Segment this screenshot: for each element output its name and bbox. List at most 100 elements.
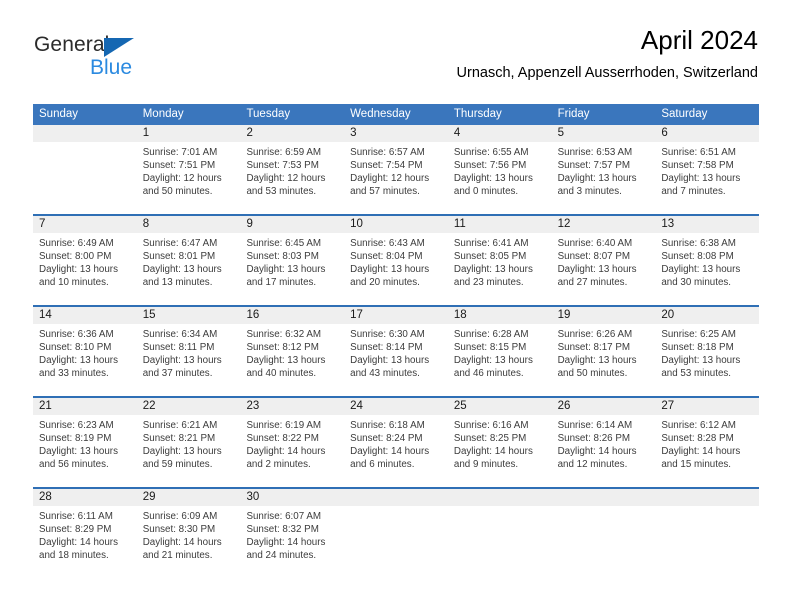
- daylight-text-line2: and 30 minutes.: [661, 277, 732, 289]
- day-number: 18: [447, 307, 552, 324]
- sunset-text: Sunset: 8:24 PM: [350, 433, 423, 445]
- day-sun-info: Sunrise: 6:19 AM Sunset: 8:22 PM Daylight:…: [240, 415, 344, 471]
- calendar-day-cell[interactable]: 1 Sunrise: 7:01 AM Sunset: 7:51 PM Daylight…: [136, 125, 241, 214]
- sunrise-text: Sunrise: 6:11 AM: [39, 511, 113, 522]
- sunrise-text: Sunrise: 6:19 AM: [246, 420, 322, 431]
- calendar-day-cell-empty: [344, 489, 448, 575]
- calendar-day-cell[interactable]: 20 Sunrise: 6:25 AM Sunset: 8:18 PM Dayligh…: [655, 307, 760, 396]
- daylight-text-line2: and 27 minutes.: [557, 277, 628, 289]
- calendar-day-cell[interactable]: 30 Sunrise: 6:07 AM Sunset: 8:32 PM Dayligh…: [240, 489, 345, 575]
- daylight-text-line2: and 0 minutes.: [453, 186, 519, 198]
- calendar-day-cell[interactable]: 23 Sunrise: 6:19 AM Sunset: 8:22 PM Dayligh…: [240, 398, 345, 487]
- day-number: 29: [136, 489, 241, 506]
- calendar-day-cell[interactable]: 8 Sunrise: 6:47 AM Sunset: 8:01 PM Daylight…: [136, 216, 241, 305]
- calendar-day-cell[interactable]: 10 Sunrise: 6:43 AM Sunset: 8:04 PM Dayligh…: [344, 216, 448, 305]
- day-number: [447, 489, 552, 506]
- sunset-text: Sunset: 8:32 PM: [246, 524, 319, 536]
- day-number: 20: [655, 307, 760, 324]
- sunrise-text: Sunrise: 7:01 AM: [142, 147, 218, 158]
- daylight-text-line2: and 53 minutes.: [661, 368, 732, 380]
- day-sun-info: Sunrise: 6:55 AM Sunset: 7:56 PM Daylight:…: [448, 142, 552, 198]
- day-number: 13: [655, 216, 760, 233]
- sunrise-text: Sunrise: 6:40 AM: [557, 238, 633, 249]
- daylight-text-line2: and 56 minutes.: [39, 459, 109, 471]
- daylight-text-line1: Daylight: 14 hours: [350, 446, 430, 458]
- calendar-day-cell[interactable]: 9 Sunrise: 6:45 AM Sunset: 8:03 PM Daylight…: [240, 216, 345, 305]
- sunrise-text: Sunrise: 6:51 AM: [661, 147, 736, 158]
- calendar-day-cell[interactable]: 21 Sunrise: 6:23 AM Sunset: 8:19 PM Dayligh…: [33, 398, 137, 487]
- sunrise-text: Sunrise: 6:12 AM: [661, 420, 736, 431]
- day-number: 19: [551, 307, 656, 324]
- sunset-text: Sunset: 8:19 PM: [39, 433, 112, 445]
- calendar-day-cell[interactable]: 15 Sunrise: 6:34 AM Sunset: 8:11 PM Dayligh…: [136, 307, 241, 396]
- daylight-text-line1: Daylight: 13 hours: [661, 355, 741, 367]
- calendar-day-cell[interactable]: 16 Sunrise: 6:32 AM Sunset: 8:12 PM Dayligh…: [240, 307, 345, 396]
- sunset-text: Sunset: 7:58 PM: [661, 160, 734, 172]
- day-number: [344, 489, 448, 506]
- calendar-day-cell[interactable]: 11 Sunrise: 6:41 AM Sunset: 8:05 PM Dayligh…: [447, 216, 552, 305]
- calendar-day-cell[interactable]: 7 Sunrise: 6:49 AM Sunset: 8:00 PM Daylight…: [33, 216, 137, 305]
- calendar-day-cell[interactable]: 3 Sunrise: 6:57 AM Sunset: 7:54 PM Daylight…: [344, 125, 448, 214]
- page-header: General Blue April 2024 Urnasch, Appenze…: [0, 0, 792, 96]
- calendar-day-cell[interactable]: 4 Sunrise: 6:55 AM Sunset: 7:56 PM Daylight…: [447, 125, 552, 214]
- sunset-text: Sunset: 8:05 PM: [453, 251, 527, 263]
- calendar-day-cell[interactable]: 24 Sunrise: 6:18 AM Sunset: 8:24 PM Dayligh…: [344, 398, 448, 487]
- day-sun-info: Sunrise: 6:25 AM Sunset: 8:18 PM Daylight:…: [655, 324, 759, 380]
- calendar-day-cell[interactable]: 17 Sunrise: 6:30 AM Sunset: 8:14 PM Dayligh…: [344, 307, 448, 396]
- calendar-day-cell[interactable]: 14 Sunrise: 6:36 AM Sunset: 8:10 PM Dayligh…: [33, 307, 137, 396]
- daylight-text-line2: and 57 minutes.: [350, 186, 420, 198]
- calendar-day-cell[interactable]: 25 Sunrise: 6:16 AM Sunset: 8:25 PM Dayligh…: [447, 398, 552, 487]
- calendar-day-cell[interactable]: 27 Sunrise: 6:12 AM Sunset: 8:28 PM Dayligh…: [655, 398, 760, 487]
- calendar-day-cell[interactable]: 26 Sunrise: 6:14 AM Sunset: 8:26 PM Dayligh…: [551, 398, 656, 487]
- day-number: 5: [551, 125, 656, 142]
- weekday-monday: Monday: [142, 108, 184, 120]
- sunrise-text: Sunrise: 6:53 AM: [557, 147, 633, 158]
- day-number: 24: [344, 398, 448, 415]
- sunrise-text: Sunrise: 6:14 AM: [557, 420, 633, 431]
- daylight-text-line2: and 53 minutes.: [246, 186, 317, 198]
- sunset-text: Sunset: 8:18 PM: [661, 342, 734, 354]
- sunset-text: Sunset: 7:57 PM: [557, 160, 631, 172]
- sunrise-text: Sunrise: 6:36 AM: [39, 329, 114, 340]
- day-sun-info: Sunrise: 7:01 AM Sunset: 7:51 PM Daylight:…: [137, 142, 241, 198]
- day-sun-info: Sunrise: 6:14 AM Sunset: 8:26 PM Daylight:…: [552, 415, 656, 471]
- daylight-text-line1: Daylight: 13 hours: [39, 446, 118, 458]
- sunset-text: Sunset: 8:29 PM: [39, 524, 112, 536]
- day-sun-info: Sunrise: 6:32 AM Sunset: 8:12 PM Daylight:…: [240, 324, 344, 380]
- calendar-week-row: 7 Sunrise: 6:49 AM Sunset: 8:00 PM Daylight…: [33, 214, 760, 305]
- calendar-day-cell-empty: [447, 489, 552, 575]
- calendar-week-row: 21 Sunrise: 6:23 AM Sunset: 8:19 PM Dayligh…: [33, 396, 760, 487]
- calendar-day-cell[interactable]: 2 Sunrise: 6:59 AM Sunset: 7:53 PM Daylight…: [240, 125, 345, 214]
- daylight-text-line2: and 46 minutes.: [453, 368, 524, 380]
- day-number: 15: [136, 307, 241, 324]
- daylight-text-line1: Daylight: 14 hours: [557, 446, 637, 458]
- daylight-text-line2: and 33 minutes.: [39, 368, 109, 380]
- calendar-day-cell[interactable]: 18 Sunrise: 6:28 AM Sunset: 8:15 PM Dayligh…: [447, 307, 552, 396]
- calendar-day-cell[interactable]: 5 Sunrise: 6:53 AM Sunset: 7:57 PM Daylight…: [551, 125, 656, 214]
- sunset-text: Sunset: 8:11 PM: [142, 342, 215, 354]
- day-number: 7: [33, 216, 137, 233]
- day-sun-info: Sunrise: 6:38 AM Sunset: 8:08 PM Daylight:…: [655, 233, 759, 289]
- calendar-day-cell[interactable]: 6 Sunrise: 6:51 AM Sunset: 7:58 PM Daylight…: [655, 125, 760, 214]
- daylight-text-line2: and 17 minutes.: [246, 277, 317, 289]
- daylight-text-line2: and 7 minutes.: [661, 186, 726, 198]
- daylight-text-line2: and 12 minutes.: [557, 459, 628, 471]
- generalblue-logo[interactable]: General Blue: [34, 33, 184, 89]
- day-number: 11: [447, 216, 552, 233]
- daylight-text-line2: and 2 minutes.: [246, 459, 311, 471]
- calendar-day-cell[interactable]: 19 Sunrise: 6:26 AM Sunset: 8:17 PM Dayligh…: [551, 307, 656, 396]
- calendar-day-cell[interactable]: 12 Sunrise: 6:40 AM Sunset: 8:07 PM Dayligh…: [551, 216, 656, 305]
- calendar-day-cell[interactable]: 13 Sunrise: 6:38 AM Sunset: 8:08 PM Dayligh…: [655, 216, 760, 305]
- logo-text-general: General: [34, 33, 110, 56]
- day-sun-info: Sunrise: 6:18 AM Sunset: 8:24 PM Daylight:…: [344, 415, 448, 471]
- day-number: 3: [344, 125, 448, 142]
- daylight-text-line1: Daylight: 14 hours: [246, 446, 326, 458]
- sunset-text: Sunset: 8:21 PM: [142, 433, 216, 445]
- calendar-day-cell[interactable]: 28 Sunrise: 6:11 AM Sunset: 8:29 PM Dayligh…: [33, 489, 137, 575]
- calendar-day-cell[interactable]: 29 Sunrise: 6:09 AM Sunset: 8:30 PM Dayligh…: [136, 489, 241, 575]
- sunset-text: Sunset: 8:30 PM: [142, 524, 216, 536]
- calendar-table: Sunday Monday Tuesday Wednesday Thursday…: [33, 104, 760, 575]
- daylight-text-line1: Daylight: 12 hours: [350, 173, 430, 185]
- calendar-day-cell[interactable]: 22 Sunrise: 6:21 AM Sunset: 8:21 PM Dayligh…: [136, 398, 241, 487]
- calendar-weeks: 1 Sunrise: 7:01 AM Sunset: 7:51 PM Daylight…: [33, 125, 760, 575]
